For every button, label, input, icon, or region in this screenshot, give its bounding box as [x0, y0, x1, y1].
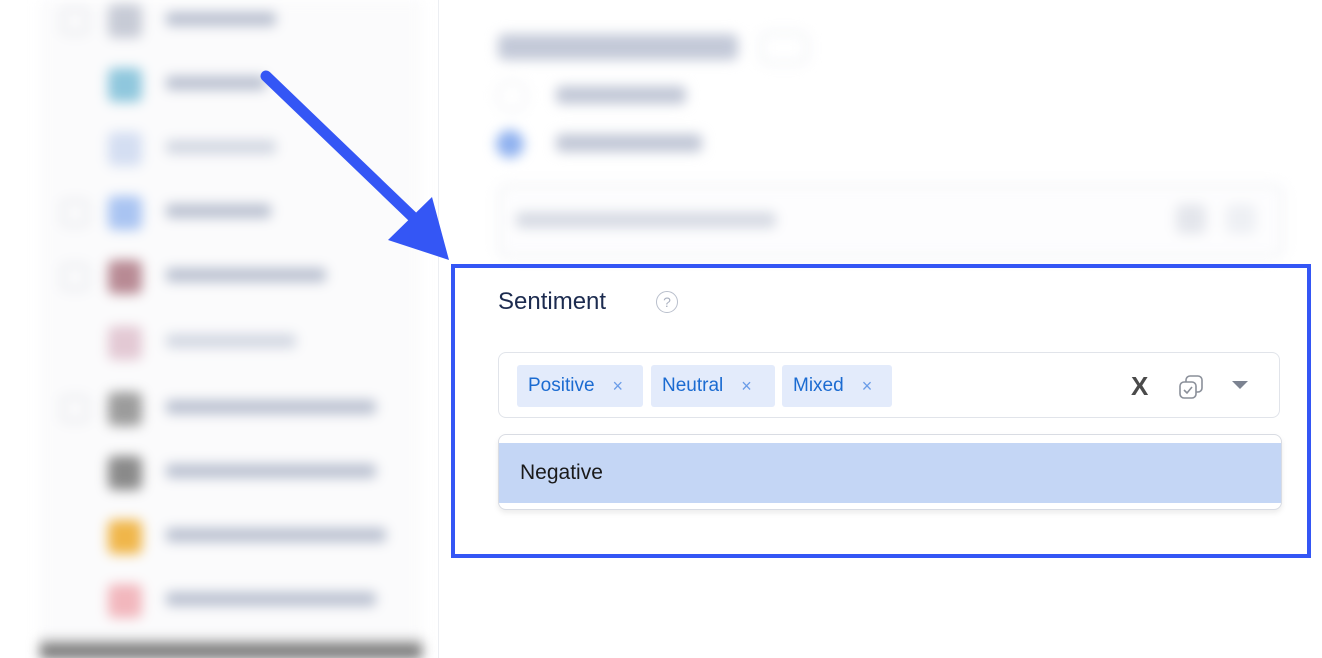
chip-label: Mixed [793, 375, 844, 396]
question-circle-icon[interactable]: ? [656, 291, 678, 313]
dropdown-option-negative[interactable]: Negative [499, 443, 1281, 503]
remove-chip-icon[interactable]: × [613, 376, 624, 397]
remove-chip-icon[interactable]: × [741, 376, 752, 397]
sentiment-dropdown-menu: Negative [498, 434, 1282, 510]
sentiment-multiselect[interactable]: Positive × Neutral × Mixed × X [498, 352, 1280, 418]
copy-check-icon[interactable] [1177, 373, 1205, 401]
chevron-down-icon[interactable] [1232, 381, 1248, 389]
sentiment-label: Sentiment [498, 288, 607, 315]
chip-label: Neutral [662, 375, 724, 396]
arrow-shaft [260, 70, 424, 228]
chip-label: Positive [528, 375, 595, 396]
chip-neutral: Neutral × [651, 365, 775, 407]
chip-mixed: Mixed × [782, 365, 892, 407]
clear-all-icon[interactable]: X [1131, 373, 1148, 399]
chip-positive: Positive × [517, 365, 643, 407]
remove-chip-icon[interactable]: × [862, 376, 873, 397]
dropdown-option-label: Negative [520, 461, 603, 484]
